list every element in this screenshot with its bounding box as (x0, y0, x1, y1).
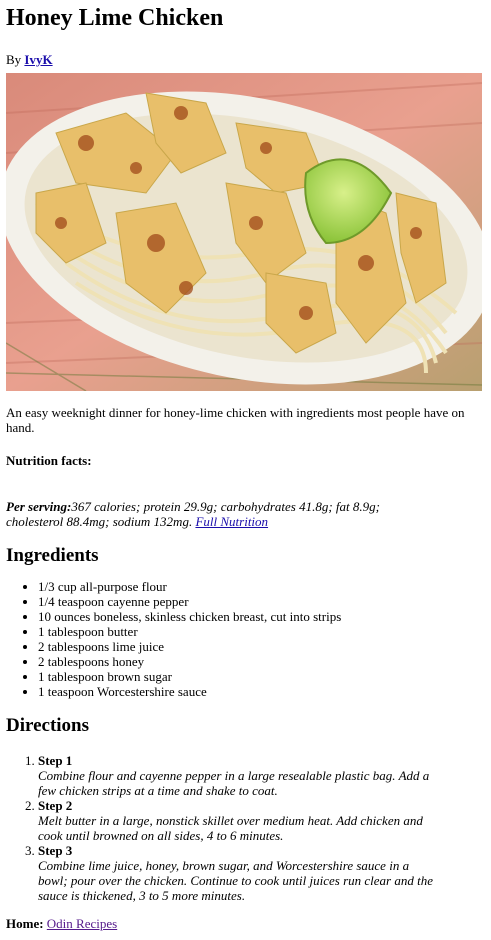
home-label: Home: (6, 916, 44, 931)
recipe-description: An easy weeknight dinner for honey-lime … (6, 405, 465, 435)
ingredients-list: 1/3 cup all-purpose flour 1/4 teaspoon c… (6, 579, 485, 699)
direction-step: Step 1 Combine flour and cayenne pepper … (38, 753, 485, 798)
step-text: Combine lime juice, honey, brown sugar, … (38, 858, 433, 903)
ingredient-item: 1 tablespoon brown sugar (38, 669, 485, 684)
step-title: Step 2 (38, 798, 73, 813)
ingredient-item: 1 tablespoon butter (38, 624, 485, 639)
byline-prefix: By (6, 52, 22, 67)
nutrition-heading: Nutrition facts: (6, 453, 92, 468)
ingredient-item: 1/3 cup all-purpose flour (38, 579, 485, 594)
nutrition-facts: Per serving:367 calories; protein 29.9g;… (6, 499, 386, 529)
full-nutrition-link[interactable]: Full Nutrition (195, 514, 268, 529)
home-footer: Home: Odin Recipes (6, 916, 485, 931)
byline: By IvyK (6, 52, 485, 67)
step-title: Step 3 (38, 843, 73, 858)
step-text: Melt butter in a large, nonstick skillet… (38, 813, 423, 843)
ingredient-item: 2 tablespoons lime juice (38, 639, 485, 654)
direction-step: Step 2 Melt butter in a large, nonstick … (38, 798, 485, 843)
step-title: Step 1 (38, 753, 73, 768)
directions-heading: Directions (6, 715, 90, 736)
ingredient-item: 1 teaspoon Worcestershire sauce (38, 684, 485, 699)
per-serving-label: Per serving: (6, 499, 72, 514)
ingredients-heading: Ingredients (6, 545, 99, 566)
home-link[interactable]: Odin Recipes (47, 916, 117, 931)
page-title: Honey Lime Chicken (6, 5, 224, 31)
ingredient-item: 2 tablespoons honey (38, 654, 485, 669)
author-link[interactable]: IvyK (24, 52, 52, 67)
recipe-photo (6, 73, 482, 391)
directions-list: Step 1 Combine flour and cayenne pepper … (6, 753, 485, 903)
recipe-page: Honey Lime Chicken By IvyK An easy weekn… (0, 4, 491, 931)
ingredient-item: 1/4 teaspoon cayenne pepper (38, 594, 485, 609)
step-text: Combine flour and cayenne pepper in a la… (38, 768, 430, 798)
direction-step: Step 3 Combine lime juice, honey, brown … (38, 843, 485, 903)
ingredient-item: 10 ounces boneless, skinless chicken bre… (38, 609, 485, 624)
